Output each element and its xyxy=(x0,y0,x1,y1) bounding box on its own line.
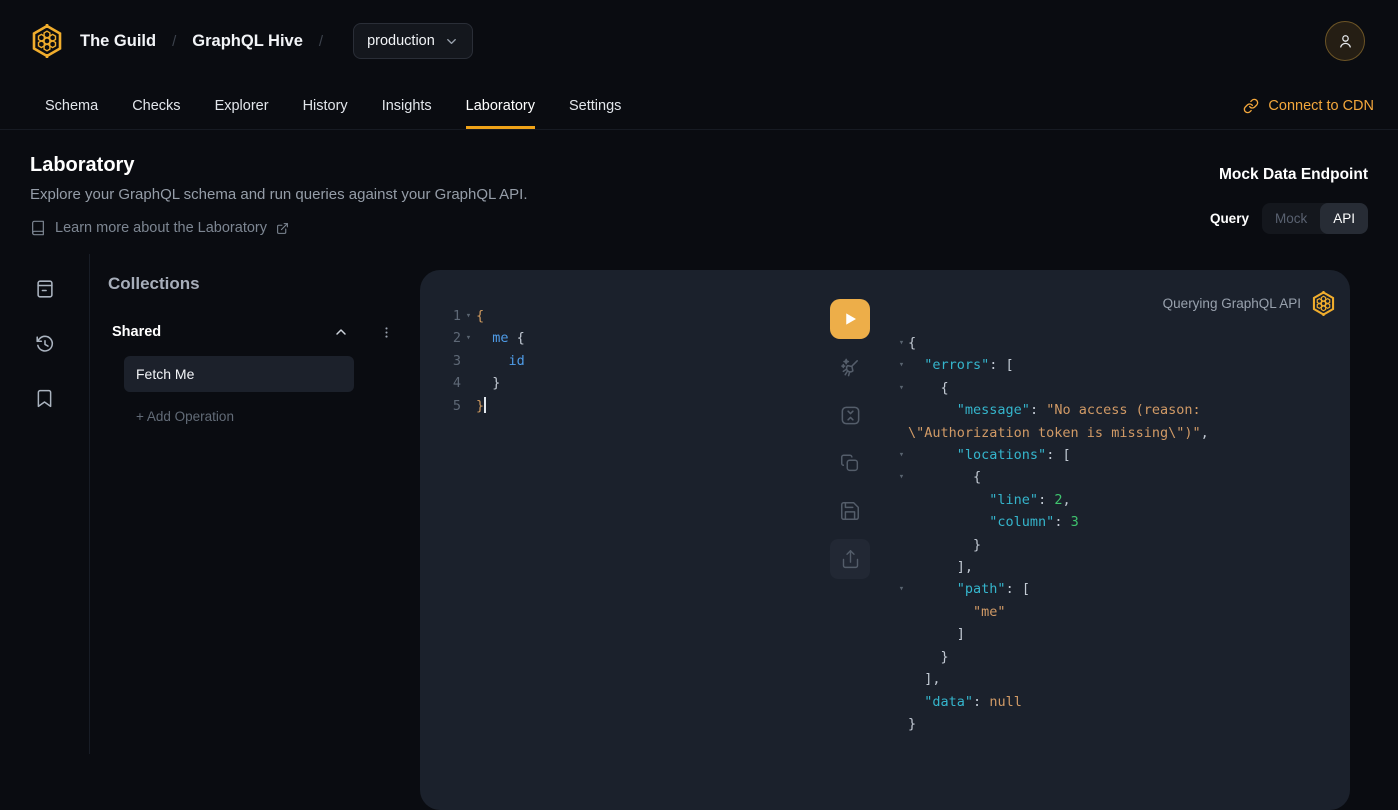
connect-to-cdn-button[interactable]: Connect to CDN xyxy=(1243,82,1374,129)
page-head: Laboratory Explore your GraphQL schema a… xyxy=(0,130,1398,236)
history-icon[interactable] xyxy=(34,333,56,355)
link-icon xyxy=(1243,98,1259,114)
person-icon xyxy=(1336,32,1355,51)
collections-docs-icon[interactable] xyxy=(34,278,56,300)
toggle-option-mock[interactable]: Mock xyxy=(1262,203,1320,234)
save-operation-button[interactable] xyxy=(830,491,870,531)
toggle-option-api[interactable]: API xyxy=(1320,203,1368,234)
target-selector[interactable]: production xyxy=(353,23,473,59)
response-code: ▾{▾ "errors": [▾ { "message": "No access… xyxy=(895,332,1336,735)
chevron-down-icon xyxy=(444,34,459,49)
query-editor-code[interactable]: 1▾{2▾ me {3 id4 }5} xyxy=(443,305,815,417)
hive-mini-logo-icon xyxy=(1311,290,1336,317)
laboratory-main: Collections Shared Fetch Me + Add Operat… xyxy=(0,254,1398,754)
kebab-menu-icon[interactable] xyxy=(379,325,394,340)
graphiql-plugin-rail xyxy=(0,254,90,754)
app-header: The Guild / GraphQL Hive / production xyxy=(0,0,1398,82)
project-nav: Schema Checks Explorer History Insights … xyxy=(0,82,1398,130)
chevron-up-icon[interactable] xyxy=(333,324,349,340)
collections-heading: Collections xyxy=(108,274,394,294)
page-title: Laboratory xyxy=(30,154,528,177)
save-icon xyxy=(839,500,861,522)
graphiql-panel: 1▾{2▾ me {3 id4 }5} xyxy=(420,270,1350,810)
merge-icon xyxy=(839,404,862,427)
breadcrumb-separator: / xyxy=(319,33,323,50)
query-editor[interactable]: 1▾{2▾ me {3 id4 }5} xyxy=(420,270,815,810)
tab-schema[interactable]: Schema xyxy=(45,82,98,129)
mock-endpoint-title: Mock Data Endpoint xyxy=(1210,166,1368,184)
add-operation-button[interactable]: + Add Operation xyxy=(136,409,394,424)
connect-to-cdn-label: Connect to CDN xyxy=(1268,98,1374,114)
breadcrumb-project[interactable]: GraphQL Hive xyxy=(192,32,303,51)
tab-settings[interactable]: Settings xyxy=(569,82,621,129)
prettify-icon xyxy=(839,356,862,379)
bookmark-icon[interactable] xyxy=(34,388,55,409)
graphiql-toolbar xyxy=(815,270,885,810)
prettify-button[interactable] xyxy=(830,347,870,387)
collection-group-label: Shared xyxy=(112,324,161,340)
share-operation-button[interactable] xyxy=(830,539,870,579)
learn-more-label: Learn more about the Laboratory xyxy=(55,220,267,236)
book-icon xyxy=(30,220,46,236)
tab-explorer[interactable]: Explorer xyxy=(215,82,269,129)
endpoint-toggle: Mock API xyxy=(1262,203,1368,234)
collections-panel: Collections Shared Fetch Me + Add Operat… xyxy=(90,254,418,754)
response-pane: Querying GraphQL API xyxy=(885,270,1350,810)
execute-query-button[interactable] xyxy=(830,299,870,339)
hive-logo-icon[interactable] xyxy=(30,23,64,59)
share-icon xyxy=(840,549,861,570)
query-label: Query xyxy=(1210,211,1249,226)
learn-more-link[interactable]: Learn more about the Laboratory xyxy=(30,220,528,236)
tab-laboratory[interactable]: Laboratory xyxy=(466,82,535,129)
tab-insights[interactable]: Insights xyxy=(382,82,432,129)
breadcrumb-separator: / xyxy=(172,33,176,50)
operation-item[interactable]: Fetch Me xyxy=(124,356,354,392)
target-selector-value: production xyxy=(367,33,435,49)
user-avatar[interactable] xyxy=(1325,21,1365,61)
response-status-label: Querying GraphQL API xyxy=(1163,296,1301,311)
merge-fragments-button[interactable] xyxy=(830,395,870,435)
tab-history[interactable]: History xyxy=(303,82,348,129)
breadcrumb-org[interactable]: The Guild xyxy=(80,32,156,51)
play-icon xyxy=(841,310,859,328)
page-subtitle: Explore your GraphQL schema and run quer… xyxy=(30,186,528,203)
external-link-icon xyxy=(276,222,289,235)
tab-checks[interactable]: Checks xyxy=(132,82,180,129)
copy-icon xyxy=(839,452,861,474)
copy-query-button[interactable] xyxy=(830,443,870,483)
